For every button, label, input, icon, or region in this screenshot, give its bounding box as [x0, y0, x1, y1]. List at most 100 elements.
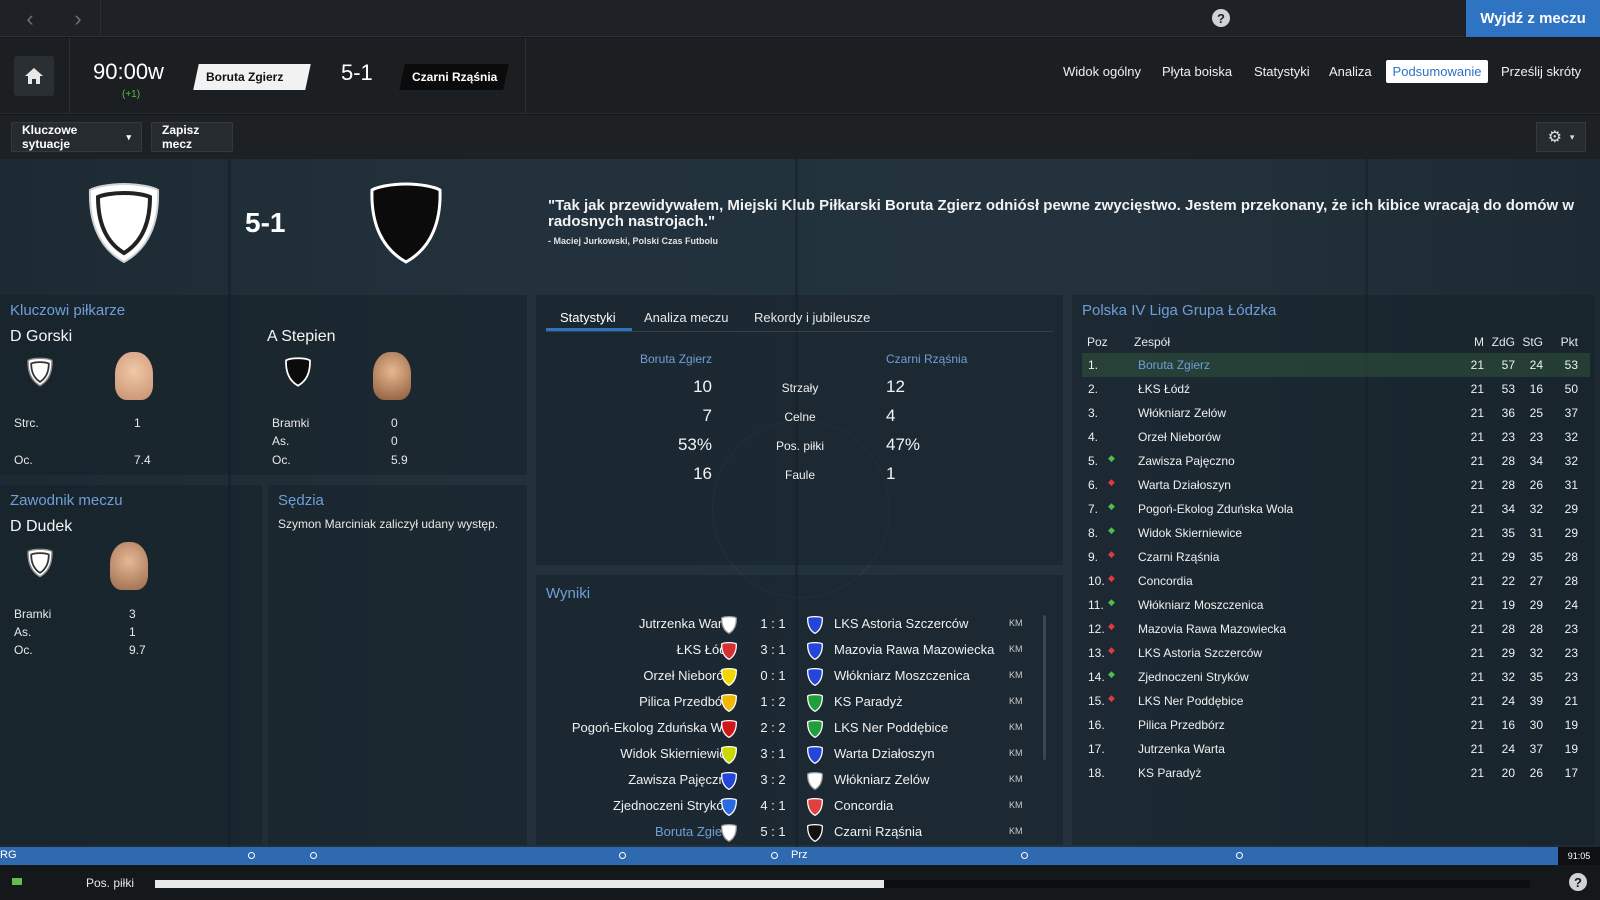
timeline-event-marker[interactable] — [310, 852, 317, 859]
away-key-player-name[interactable]: A Stepien — [267, 328, 336, 346]
league-table-row[interactable]: 1. Boruta Zgierz 21 57 24 53 — [1082, 353, 1590, 377]
motm-player-name[interactable]: D Dudek — [10, 518, 72, 536]
league-table-row[interactable]: 11. ◆ Włókniarz Moszczenica 21 19 29 24 — [1082, 593, 1590, 617]
result-away-team[interactable]: Czarni Rząśnia — [834, 824, 922, 839]
result-home-team[interactable]: Widok Skierniewice — [620, 746, 733, 761]
league-table-row[interactable]: 7. ◆ Pogoń-Ekolog Zduńska Wola 21 34 32 29 — [1082, 497, 1590, 521]
league-table-row[interactable]: 4. Orzeł Nieborów 21 23 23 32 — [1082, 425, 1590, 449]
league-table-row[interactable]: 13. ◆ LKS Astoria Szczerców 21 29 32 23 — [1082, 641, 1590, 665]
result-row[interactable]: ŁKS Łódź 3 : 1 Mazovia Rawa Mazowiecka KM — [539, 638, 1051, 664]
league-table-row[interactable]: 18. KS Paradyż 21 20 26 17 — [1082, 761, 1590, 785]
key-situations-dropdown[interactable]: Kluczowe sytuacje ▾ — [11, 122, 142, 152]
league-table-row[interactable]: 15. ◆ LKS Ner Poddębice 21 24 39 21 — [1082, 689, 1590, 713]
result-row[interactable]: Pilica Przedbórz 1 : 2 KS Paradyż KM — [539, 690, 1051, 716]
league-table-row[interactable]: 3. Włókniarz Zelów 21 36 25 37 — [1082, 401, 1590, 425]
league-team-name[interactable]: Włókniarz Moszczenica — [1138, 598, 1263, 612]
result-away-team[interactable]: Włókniarz Moszczenica — [834, 668, 970, 683]
league-team-name[interactable]: Zawisza Pajęczno — [1138, 454, 1235, 468]
league-table-row[interactable]: 9. ◆ Czarni Rząśnia 21 29 35 28 — [1082, 545, 1590, 569]
forward-arrow-icon[interactable]: › — [54, 0, 102, 37]
result-row[interactable]: Zjednoczeni Stryków 4 : 1 Concordia KM — [539, 794, 1051, 820]
result-row[interactable]: Orzeł Nieborów 0 : 1 Włókniarz Moszczenica… — [539, 664, 1051, 690]
settings-button[interactable]: ⚙ ▾ — [1536, 122, 1586, 152]
result-row[interactable]: Zawisza Pajęczno 3 : 2 Włókniarz Zelów KM — [539, 768, 1051, 794]
league-goals-for: 24 — [1501, 694, 1515, 708]
timeline-event-marker[interactable] — [1021, 852, 1028, 859]
result-home-team[interactable]: Orzeł Nieborów — [643, 668, 733, 683]
result-row[interactable]: Pogoń-Ekolog Zduńska W... 2 : 2 LKS Ner Po… — [539, 716, 1051, 742]
result-home-team[interactable]: Zawisza Pajęczno — [628, 772, 733, 787]
league-table-row[interactable]: 14. ◆ Zjednoczeni Stryków 21 32 35 23 — [1082, 665, 1590, 689]
league-team-name[interactable]: Czarni Rząśnia — [1138, 550, 1219, 564]
timeline-event-marker[interactable] — [619, 852, 626, 859]
league-played: 21 — [1470, 718, 1484, 732]
result-row[interactable]: Boruta Zgierz 5 : 1 Czarni Rząśnia KM — [539, 820, 1051, 846]
result-away-team[interactable]: Concordia — [834, 798, 893, 813]
result-home-team[interactable]: Pilica Przedbórz — [639, 694, 733, 709]
tab-pitch[interactable]: Płyta boiska — [1156, 60, 1238, 83]
league-team-name[interactable]: LKS Ner Poddębice — [1138, 694, 1243, 708]
result-away-team[interactable]: LKS Astoria Szczerców — [834, 616, 968, 631]
league-table-row[interactable]: 10. ◆ Concordia 21 22 27 28 — [1082, 569, 1590, 593]
league-title[interactable]: Polska IV Liga Grupa Łódzka — [1082, 302, 1276, 319]
league-team-name[interactable]: KS Paradyż — [1138, 766, 1201, 780]
result-away-team[interactable]: Włókniarz Zelów — [834, 772, 929, 787]
league-team-name[interactable]: Włókniarz Zelów — [1138, 406, 1226, 420]
league-table-row[interactable]: 17. Jutrzenka Warta 21 24 37 19 — [1082, 737, 1590, 761]
home-button[interactable] — [14, 56, 54, 96]
league-played: 21 — [1470, 574, 1484, 588]
pitch-icon[interactable] — [12, 878, 22, 885]
league-team-name[interactable]: Warta Działoszyn — [1138, 478, 1231, 492]
result-away-team[interactable]: LKS Ner Poddębice — [834, 720, 948, 735]
back-arrow-icon[interactable]: ‹ — [6, 0, 54, 37]
league-team-name[interactable]: ŁKS Łódź — [1138, 382, 1190, 396]
league-points: 21 — [1564, 694, 1578, 708]
league-team-name[interactable]: Orzeł Nieborów — [1138, 430, 1221, 444]
league-position: 14. — [1088, 670, 1105, 684]
save-match-button[interactable]: Zapisz mecz — [151, 122, 233, 152]
home-key-player-name[interactable]: D Gorski — [10, 328, 72, 346]
timeline-event-marker[interactable] — [248, 852, 255, 859]
league-table-row[interactable]: 16. Pilica Przedbórz 21 16 30 19 — [1082, 713, 1590, 737]
league-team-name[interactable]: LKS Astoria Szczerców — [1138, 646, 1262, 660]
league-table-row[interactable]: 6. ◆ Warta Działoszyn 21 28 26 31 — [1082, 473, 1590, 497]
league-table-row[interactable]: 2. ŁKS Łódź 21 53 16 50 — [1082, 377, 1590, 401]
help-icon[interactable]: ? — [1569, 873, 1587, 891]
league-team-name[interactable]: Zjednoczeni Stryków — [1138, 670, 1249, 684]
tab-match-analysis[interactable]: Analiza meczu — [644, 310, 729, 325]
result-away-team[interactable]: Mazovia Rawa Mazowiecka — [834, 642, 994, 657]
tab-upload-highlights[interactable]: Prześlij skróty — [1495, 60, 1587, 83]
league-table-row[interactable]: 8. ◆ Widok Skierniewice 21 35 31 29 — [1082, 521, 1590, 545]
tab-match-stats[interactable]: Statystyki — [560, 310, 616, 325]
col-header-played: M — [1474, 335, 1484, 349]
result-row[interactable]: Widok Skierniewice 3 : 1 Warta Działoszyn K… — [539, 742, 1051, 768]
league-table-row[interactable]: 5. ◆ Zawisza Pajęczno 21 28 34 32 — [1082, 449, 1590, 473]
result-home-team[interactable]: Jutrzenka Warta — [639, 616, 733, 631]
stat-label-possession: Pos. piłki — [775, 439, 825, 453]
league-table-row[interactable]: 12. ◆ Mazovia Rawa Mazowiecka 21 28 28 23 — [1082, 617, 1590, 641]
scrollbar[interactable] — [1043, 615, 1046, 760]
leave-match-button[interactable]: Wyjdź z meczu — [1466, 0, 1600, 37]
result-home-team[interactable]: Pogoń-Ekolog Zduńska W... — [572, 720, 733, 735]
stats-away-team[interactable]: Czarni Rząśnia — [886, 352, 967, 366]
league-team-name[interactable]: Jutrzenka Warta — [1138, 742, 1225, 756]
league-team-name[interactable]: Concordia — [1138, 574, 1193, 588]
result-away-team[interactable]: KS Paradyż — [834, 694, 903, 709]
tab-overview[interactable]: Widok ogólny — [1057, 60, 1147, 83]
tab-summary[interactable]: Podsumowanie — [1386, 60, 1488, 83]
league-team-name[interactable]: Boruta Zgierz — [1138, 358, 1210, 372]
league-team-name[interactable]: Pogoń-Ekolog Zduńska Wola — [1138, 502, 1293, 516]
result-row[interactable]: Jutrzenka Warta 1 : 1 LKS Astoria Szczercó… — [539, 612, 1051, 638]
timeline-event-marker[interactable] — [1236, 852, 1243, 859]
timeline-event-marker[interactable] — [771, 852, 778, 859]
league-team-name[interactable]: Widok Skierniewice — [1138, 526, 1242, 540]
league-team-name[interactable]: Mazovia Rawa Mazowiecka — [1138, 622, 1286, 636]
result-home-team[interactable]: Zjednoczeni Stryków — [613, 798, 733, 813]
help-icon[interactable]: ? — [1212, 9, 1230, 27]
result-away-team[interactable]: Warta Działoszyn — [834, 746, 935, 761]
tab-records[interactable]: Rekordy i jubileusze — [754, 310, 870, 325]
tab-analysis[interactable]: Analiza — [1323, 60, 1378, 83]
league-team-name[interactable]: Pilica Przedbórz — [1138, 718, 1225, 732]
tab-stats[interactable]: Statystyki — [1248, 60, 1316, 83]
stats-home-team[interactable]: Boruta Zgierz — [640, 352, 712, 366]
